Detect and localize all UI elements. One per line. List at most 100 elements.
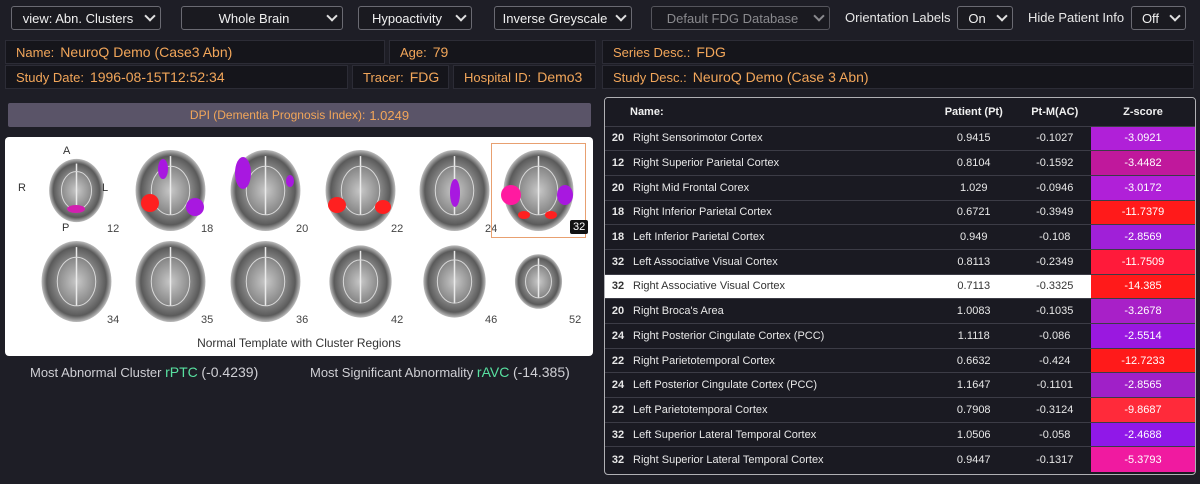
orientation-labels-value: On xyxy=(968,10,986,26)
brain-slice-52[interactable]: 52 xyxy=(491,234,586,329)
cluster-cell: 22 xyxy=(605,347,631,373)
brain-slice-32[interactable]: 32 xyxy=(491,143,589,238)
database-select[interactable]: Default FDG Database xyxy=(651,6,830,30)
region-select-value: Whole Brain xyxy=(218,10,290,26)
most-abnormal-cluster-abbr: rPTC xyxy=(165,364,198,380)
hide-patient-info-label: Hide Patient Info xyxy=(1028,10,1125,25)
table-row[interactable]: 20 Right Broca's Area 1.0083 -0.1035 -3.2678 xyxy=(605,298,1195,324)
cluster-cell: 18 xyxy=(605,224,631,250)
cluster-cell: 18 xyxy=(605,199,631,225)
pt-m-value-cell: -0.108 xyxy=(1018,224,1091,250)
patient-value-cell: 0.6632 xyxy=(929,347,1019,373)
orientation-label-r: R xyxy=(18,182,26,194)
hospital-id-label: Hospital ID: xyxy=(464,69,532,85)
table-row[interactable]: 20 Right Sensorimotor Cortex 0.9415 -0.1027… xyxy=(605,125,1195,151)
table-row[interactable]: 12 Right Superior Parietal Cortex 0.8104 -0… xyxy=(605,150,1195,176)
view-select-value: view: Abn. Clusters xyxy=(22,10,134,26)
brain-slice-46[interactable]: 46 xyxy=(407,234,502,329)
study-date: 1996-08-15T12:52:34 xyxy=(89,69,225,85)
table-row[interactable]: 22 Left Parietotemporal Cortex 0.7908 -0.31… xyxy=(605,397,1195,423)
brain-slice-36[interactable]: 36 xyxy=(218,234,313,329)
table-row[interactable]: 20 Right Mid Frontal Corex 1.029 -0.0946 -3.… xyxy=(605,174,1195,201)
patient-value-cell: 0.6721 xyxy=(929,199,1019,225)
slice-number: 42 xyxy=(391,314,404,326)
brain-slice-22[interactable]: 22 xyxy=(313,143,408,238)
cluster-cell: 32 xyxy=(605,446,631,472)
pt-m-value-cell: -0.3949 xyxy=(1018,199,1091,225)
region-name-cell: Right Posterior Cingulate Cortex (PCC) xyxy=(631,323,929,349)
brain-slice-18[interactable]: 18 xyxy=(123,143,218,238)
pt-m-value-cell: -0.1027 xyxy=(1018,125,1091,151)
name-label: Name: xyxy=(16,44,55,60)
region-name-cell: Right Inferior Parietal Cortex xyxy=(631,199,929,225)
region-name-cell: Left Inferior Parietal Cortex xyxy=(631,224,929,250)
orientation-labels-select[interactable]: On xyxy=(957,6,1013,30)
chevron-down-icon xyxy=(144,10,156,22)
patient-name: NeuroQ Demo (Case3 Abn) xyxy=(60,44,233,60)
table-row[interactable]: 32 Right Superior Lateral Temporal Cortex… xyxy=(605,446,1195,472)
header-patient[interactable]: Patient (Pt) xyxy=(929,98,1019,126)
pt-m-value-cell: -0.2349 xyxy=(1018,248,1091,275)
cluster-cell: 32 xyxy=(605,248,631,275)
region-name-cell: Left Parietotemporal Cortex xyxy=(631,397,929,423)
region-name-cell: Left Superior Lateral Temporal Cortex xyxy=(631,421,929,447)
cluster-cell: 22 xyxy=(605,397,631,423)
age-label: Age: xyxy=(400,44,427,60)
cluster-cell: 32 xyxy=(605,421,631,447)
colormap-select-value: Inverse Greyscale xyxy=(502,10,608,26)
slice-number: 34 xyxy=(107,314,120,326)
view-select[interactable]: view: Abn. Clusters xyxy=(11,6,161,30)
region-name-cell: Right Parietotemporal Cortex xyxy=(631,347,929,373)
table-row[interactable]: 18 Left Inferior Parietal Cortex 0.949 -0.1… xyxy=(605,224,1195,250)
region-table-panel: Name: Patient (Pt) Pt-M(AC) Z-score 20 Ri… xyxy=(604,97,1196,475)
patient-value-cell: 1.0506 xyxy=(929,421,1019,447)
brain-slice-35[interactable]: 35 xyxy=(123,234,218,329)
pt-m-value-cell: -0.1317 xyxy=(1018,446,1091,472)
region-name-cell: Left Posterior Cingulate Cortex (PCC) xyxy=(631,372,929,398)
table-row[interactable]: 32 Left Superior Lateral Temporal Cortex 1… xyxy=(605,421,1195,447)
tracer-field: Tracer: FDG xyxy=(352,65,449,89)
table-row[interactable]: 32 Left Associative Visual Cortex 0.8113 -0… xyxy=(605,248,1195,275)
table-row[interactable]: 22 Right Parietotemporal Cortex 0.6632 -0.4… xyxy=(605,347,1195,373)
tracer-label: Tracer: xyxy=(363,69,404,85)
slice-number: 32 xyxy=(570,220,589,234)
mode-select-value: Hypoactivity xyxy=(371,10,443,26)
cluster-cell: 20 xyxy=(605,298,631,324)
hide-patient-info-select[interactable]: Off xyxy=(1131,6,1186,30)
mode-select[interactable]: Hypoactivity xyxy=(358,6,472,30)
header-name[interactable]: Name: xyxy=(605,98,929,126)
patient-value-cell: 0.9415 xyxy=(929,125,1019,151)
table-row[interactable]: 24 Right Posterior Cingulate Cortex (PCC)… xyxy=(605,323,1195,349)
cluster-cell: 24 xyxy=(605,372,631,398)
header-z-score[interactable]: Z-score xyxy=(1091,98,1195,126)
brain-slice-34[interactable]: 34 xyxy=(29,234,124,329)
brain-slice-20[interactable]: 20 xyxy=(218,143,313,238)
header-pt-m[interactable]: Pt-M(AC) xyxy=(1018,98,1091,126)
brain-slice-42[interactable]: 42 xyxy=(313,234,408,329)
pt-m-value-cell: -0.0946 xyxy=(1018,174,1091,201)
chevron-down-icon xyxy=(813,10,825,22)
z-score-cell: -3.0921 xyxy=(1091,125,1195,151)
region-select[interactable]: Whole Brain xyxy=(181,6,343,30)
hospital-id: Demo3 xyxy=(537,69,583,85)
brain-slice-24[interactable]: 24 xyxy=(407,143,502,238)
chevron-down-icon xyxy=(326,10,338,22)
z-score-cell: -5.3793 xyxy=(1091,446,1195,472)
z-score-cell: -3.4482 xyxy=(1091,150,1195,176)
orientation-label-l: L xyxy=(102,182,109,194)
table-row[interactable]: 24 Left Posterior Cingulate Cortex (PCC) 1… xyxy=(605,372,1195,398)
pt-m-value-cell: -0.1035 xyxy=(1018,298,1091,324)
region-name-cell: Right Broca's Area xyxy=(631,298,929,324)
table-row[interactable]: 18 Right Inferior Parietal Cortex 0.6721 -0… xyxy=(605,199,1195,225)
z-score-cell: -11.7379 xyxy=(1091,199,1195,225)
region-name-cell: Right Sensorimotor Cortex xyxy=(631,125,929,151)
study-desc-field: Study Desc.: NeuroQ Demo (Case 3 Abn) xyxy=(602,65,1194,89)
study-desc-label: Study Desc.: xyxy=(613,69,687,85)
colormap-select[interactable]: Inverse Greyscale xyxy=(494,6,632,30)
cluster-cell: 20 xyxy=(605,174,631,201)
region-name-cell: Left Associative Visual Cortex xyxy=(631,248,929,275)
series-desc-field: Series Desc.: FDG xyxy=(602,40,1194,64)
dpi-value: 1.0249 xyxy=(369,107,410,123)
brain-slice-12[interactable]: 12 xyxy=(29,143,124,238)
table-row[interactable]: 32 Right Associative Visual Cortex 0.7113-… xyxy=(605,273,1195,299)
